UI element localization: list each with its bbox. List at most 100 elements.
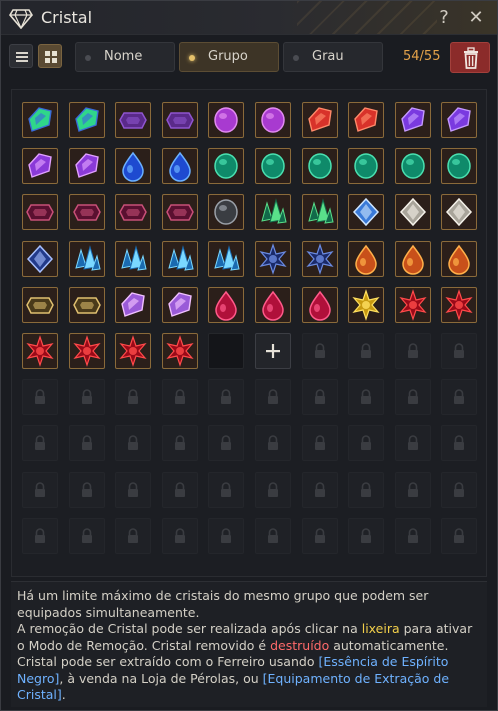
trash-keyword: lixeira	[361, 621, 400, 636]
grid-icon	[45, 51, 57, 63]
crystal-slot[interactable]	[301, 194, 338, 231]
crystal-slot[interactable]	[348, 102, 385, 138]
crystal-slot[interactable]	[348, 148, 385, 185]
crystal-violet-dark-icon	[119, 112, 148, 129]
crystal-ruby-star-icon	[26, 335, 54, 367]
sort-by-group-button[interactable]: Grupo	[179, 42, 279, 72]
lock-icon	[268, 528, 278, 543]
crystal-purple-shard-icon	[74, 153, 99, 179]
crystal-slot[interactable]	[348, 194, 385, 231]
locked-slot	[348, 333, 385, 369]
crystal-slot[interactable]	[441, 286, 478, 323]
crystal-slot[interactable]	[161, 286, 198, 323]
lock-icon	[361, 435, 372, 451]
crystal-slot[interactable]	[68, 286, 105, 323]
crystal-grid	[11, 89, 487, 577]
crystal-slot[interactable]	[161, 148, 198, 185]
crystal-slot[interactable]	[348, 240, 385, 277]
crystal-slot[interactable]	[394, 102, 431, 138]
crystal-slot[interactable]	[68, 240, 105, 277]
crystal-slot[interactable]	[68, 148, 105, 185]
locked-slot	[348, 471, 385, 508]
locked-slot	[255, 379, 291, 416]
crystal-slot[interactable]	[394, 286, 431, 323]
lock-icon	[35, 528, 45, 543]
crystal-white-diamond-icon	[446, 198, 473, 227]
crystal-slot[interactable]	[22, 102, 58, 138]
crystal-slot[interactable]	[22, 240, 58, 277]
crystal-slot[interactable]	[348, 286, 385, 323]
locked-slot	[255, 517, 291, 554]
crystal-slot[interactable]	[208, 102, 245, 138]
crystal-slot[interactable]	[441, 194, 478, 231]
lock-icon	[361, 389, 372, 405]
crystal-slot[interactable]	[22, 148, 58, 185]
crystal-slot[interactable]	[301, 286, 338, 323]
crystal-slot[interactable]	[441, 148, 478, 185]
crystal-slot[interactable]	[115, 240, 152, 277]
close-button[interactable]: ✕	[465, 6, 487, 30]
crystal-slot[interactable]	[255, 240, 291, 277]
crystal-gold-dark-icon	[26, 297, 54, 314]
crystal-slot[interactable]	[394, 148, 431, 185]
crystal-slot[interactable]	[68, 102, 105, 138]
crystal-slot[interactable]	[208, 286, 245, 323]
grid-view-button[interactable]	[38, 44, 62, 68]
trash-button[interactable]	[450, 42, 490, 73]
lock-icon	[221, 528, 232, 543]
crystal-slot[interactable]	[255, 148, 291, 185]
crystal-lilac-gem-icon	[121, 292, 145, 317]
toolbar: Nome Grupo Grau 54/55	[1, 37, 497, 77]
lock-icon	[314, 389, 325, 405]
crystal-slot[interactable]	[68, 333, 105, 369]
crystal-slot[interactable]	[301, 102, 338, 138]
crystal-slot[interactable]	[208, 240, 245, 277]
lock-icon	[314, 343, 325, 358]
crystal-slot[interactable]	[22, 194, 58, 231]
crystal-slot[interactable]	[255, 286, 291, 323]
list-view-button[interactable]	[9, 44, 33, 68]
crystal-slot[interactable]	[115, 194, 152, 231]
crystal-magenta-round-icon	[214, 107, 239, 133]
crystal-slot[interactable]	[208, 194, 245, 231]
crystal-slot[interactable]	[255, 194, 291, 231]
crystal-slot[interactable]	[161, 194, 198, 231]
crystal-slot[interactable]	[301, 240, 338, 277]
radio-dot	[85, 55, 91, 61]
crystal-slot[interactable]	[115, 333, 152, 369]
sort-by-grade-button[interactable]: Grau	[283, 42, 383, 72]
crystal-navy-diamond-icon	[26, 244, 54, 273]
crystal-slot[interactable]	[394, 194, 431, 231]
crystal-slot[interactable]	[208, 148, 245, 185]
crystal-slot[interactable]	[68, 194, 105, 231]
crystal-slot[interactable]	[115, 148, 152, 185]
crystal-slot[interactable]	[115, 102, 152, 138]
locked-slot	[208, 379, 245, 416]
empty-slot[interactable]	[208, 333, 245, 369]
add-slot-button[interactable]	[255, 333, 291, 369]
crystal-slot[interactable]	[22, 333, 58, 369]
locked-slot	[161, 471, 198, 508]
crystal-darkred-shard-icon	[26, 204, 54, 222]
crystal-slot[interactable]	[115, 286, 152, 323]
crystal-cyan-shards-icon	[74, 244, 101, 271]
locked-slot	[115, 379, 152, 416]
crystal-cyan-shards-icon	[121, 244, 147, 271]
crystal-slot[interactable]	[161, 333, 198, 369]
crystal-slot[interactable]	[161, 102, 198, 138]
crystal-slot[interactable]	[161, 240, 198, 277]
crystal-purple-shard-icon	[28, 153, 52, 179]
crystal-slot[interactable]	[301, 148, 338, 185]
crystal-slot[interactable]	[394, 240, 431, 277]
crystal-slot[interactable]	[441, 102, 478, 138]
help-button[interactable]: ?	[433, 6, 455, 30]
lock-icon	[221, 435, 232, 451]
crystal-slot[interactable]	[255, 102, 291, 138]
sort-by-name-button[interactable]: Nome	[75, 42, 175, 72]
crystal-slot[interactable]	[441, 240, 478, 277]
crystal-ruby-star-icon	[119, 335, 147, 367]
locked-slot	[441, 517, 478, 554]
locked-slot	[68, 379, 105, 416]
crystal-slot[interactable]	[22, 286, 58, 323]
crystal-white-diamond-icon	[399, 198, 426, 227]
